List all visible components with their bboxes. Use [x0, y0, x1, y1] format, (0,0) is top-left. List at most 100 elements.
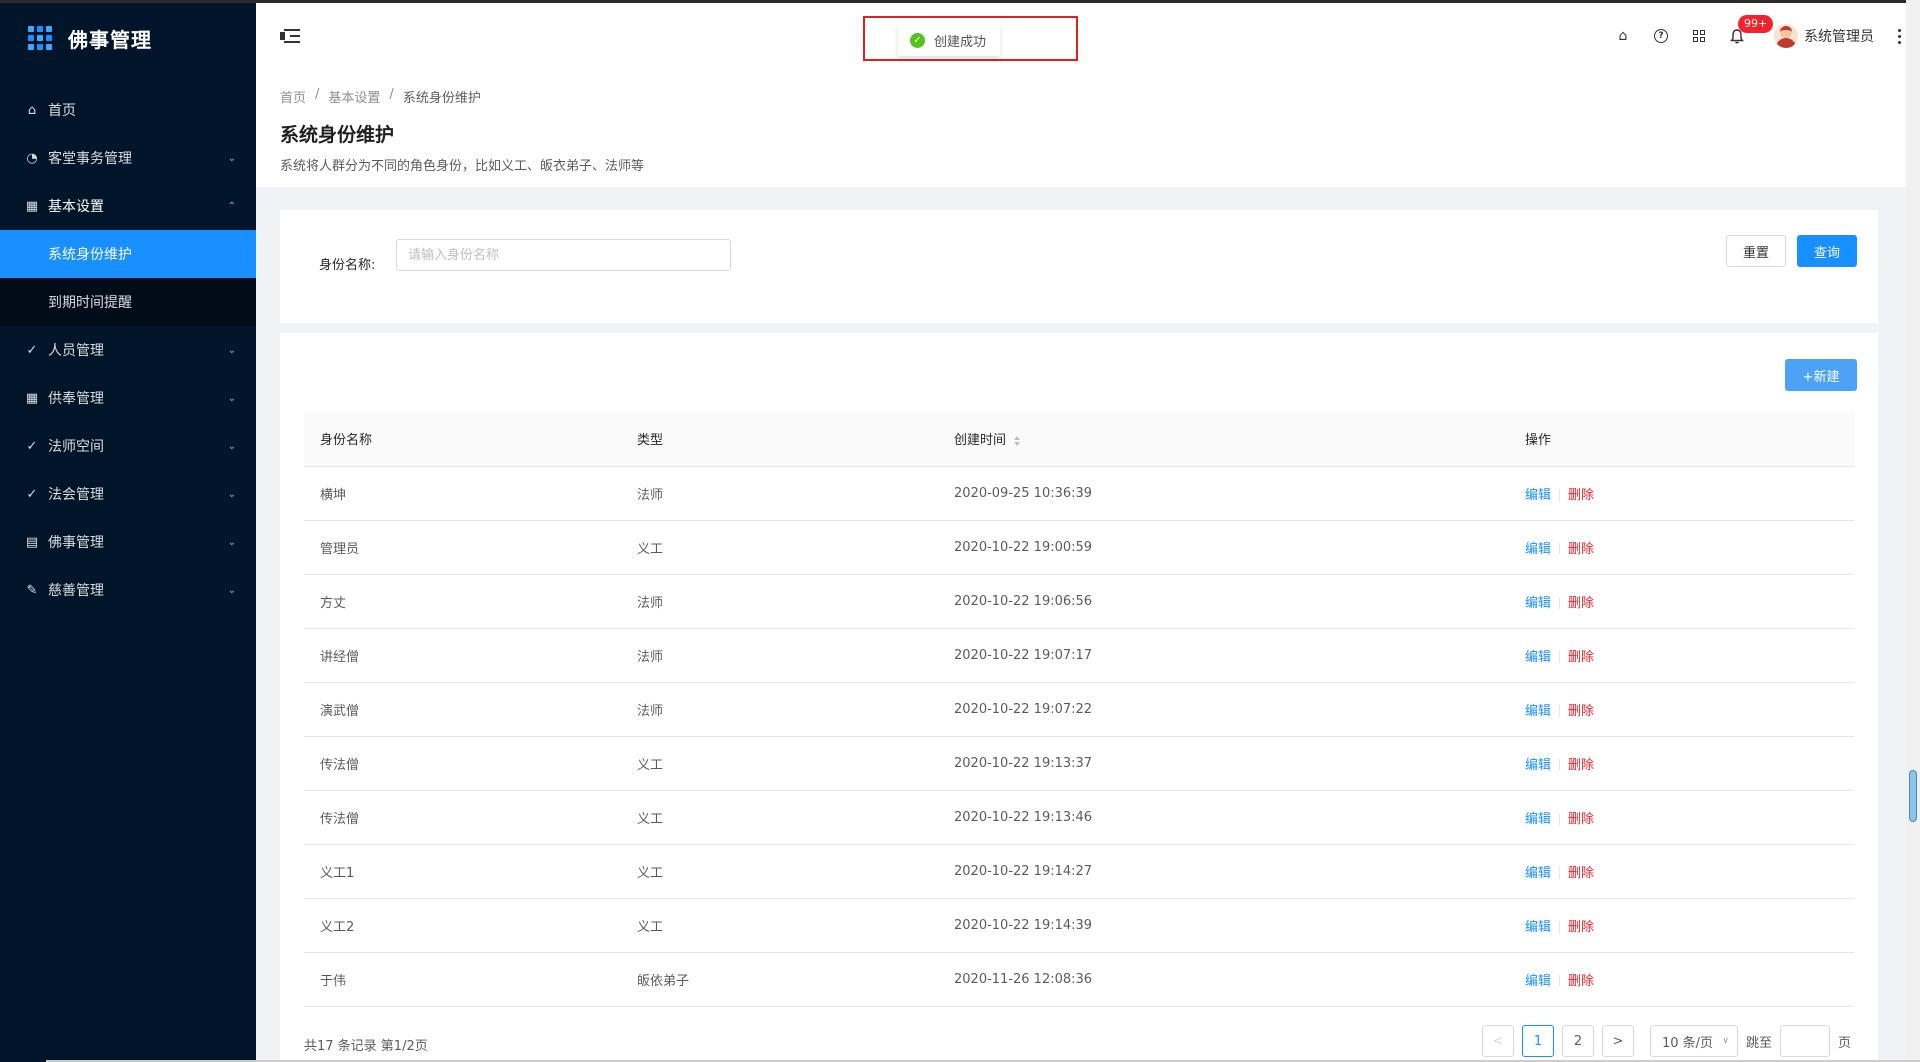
table-row: 义工2 义工 2020-10-22 19:14:39 编辑 删除 [304, 898, 1854, 953]
help-icon[interactable]: ? [1642, 17, 1680, 55]
home-icon[interactable]: ⌂ [1604, 17, 1642, 55]
cell-identity-name: 管理员 [304, 520, 621, 575]
table-row: 演武僧 法师 2020-10-22 19:07:22 编辑 删除 [304, 682, 1854, 737]
edit-link[interactable]: 编辑 [1525, 542, 1551, 557]
sidebar-item-charity[interactable]: ✎ 慈善管理 ⌄ [0, 566, 256, 614]
next-page-button[interactable]: > [1602, 1025, 1634, 1057]
delete-link[interactable]: 删除 [1568, 812, 1594, 827]
cell-type: 皈依弟子 [621, 952, 938, 1007]
cell-created-time: 2020-10-22 19:13:46 [938, 790, 1509, 845]
action-divider [1559, 489, 1561, 501]
bell-icon[interactable]: 99+ [1718, 15, 1774, 55]
brand[interactable]: 佛事管理 [0, 0, 256, 76]
delete-link[interactable]: 删除 [1568, 542, 1594, 557]
app-grid-logo-icon [28, 26, 52, 50]
table-row: 管理员 义工 2020-10-22 19:00:59 编辑 删除 [304, 520, 1854, 575]
sort-icon[interactable] [1014, 435, 1021, 447]
avatar [1774, 24, 1798, 48]
appstore-icon[interactable] [1680, 17, 1718, 55]
cell-type: 义工 [621, 736, 938, 791]
delete-link[interactable]: 删除 [1568, 866, 1594, 881]
sidebar-item-label: 系统身份维护 [48, 247, 132, 263]
action-divider [1559, 813, 1561, 825]
cell-actions: 编辑 删除 [1509, 736, 1854, 791]
jump-page-input[interactable] [1780, 1025, 1831, 1057]
action-divider [1559, 921, 1561, 933]
sidebar-item-offerings[interactable]: ▦ 供奉管理 ⌄ [0, 374, 256, 422]
cell-identity-name: 传法僧 [304, 790, 621, 845]
cell-created-time: 2020-10-22 19:14:39 [938, 898, 1509, 953]
delete-link[interactable]: 删除 [1568, 596, 1594, 611]
edit-link[interactable]: 编辑 [1525, 650, 1551, 665]
sidebar-item-label: 法会管理 [48, 487, 104, 503]
sidebar-item-identity-maintenance[interactable]: 系统身份维护 [0, 230, 256, 278]
breadcrumb-home[interactable]: 首页 [280, 87, 306, 106]
delete-link[interactable]: 删除 [1568, 758, 1594, 773]
delete-link[interactable]: 删除 [1568, 974, 1594, 989]
sidebar-item-label: 供奉管理 [48, 391, 104, 407]
top-header: ⌂ ? 99+ 系统管理员 [256, 0, 1920, 69]
delete-link[interactable]: 删除 [1568, 704, 1594, 719]
cell-created-time: 2020-09-25 10:36:39 [938, 466, 1509, 521]
sidebar-item-dharma-assembly[interactable]: ✓ 法会管理 ⌄ [0, 470, 256, 518]
edit-link[interactable]: 编辑 [1525, 812, 1551, 827]
table-row: 方丈 法师 2020-10-22 19:06:56 编辑 删除 [304, 574, 1854, 629]
page-1-button[interactable]: 1 [1522, 1025, 1554, 1057]
cell-type: 义工 [621, 844, 938, 899]
app-title: 佛事管理 [68, 27, 152, 52]
cell-type: 义工 [621, 790, 938, 845]
table-body: 横坤 法师 2020-09-25 10:36:39 编辑 删除 管理员 义工 2020-10-… [304, 466, 1854, 1007]
sidebar-item-buddhist-affairs[interactable]: ▤ 佛事管理 ⌄ [0, 518, 256, 566]
menu-fold-icon[interactable] [280, 27, 302, 45]
cell-identity-name: 讲经僧 [304, 628, 621, 683]
page-header: 首页 / 基本设置 / 系统身份维护 系统身份维护 系统将人群分为不同的角色身份… [256, 69, 1906, 187]
edit-link[interactable]: 编辑 [1525, 866, 1551, 881]
header-actions: ⌂ ? 99+ 系统管理员 [1604, 3, 1920, 69]
user-menu[interactable]: 系统管理员 [1774, 24, 1874, 48]
sidebar-item-personnel[interactable]: ✓ 人员管理 ⌄ [0, 326, 256, 374]
scrollbar-thumb[interactable] [1909, 770, 1917, 822]
cell-type: 法师 [621, 628, 938, 683]
identity-table: 身份名称 类型 创建时间 操作 横坤 法师 2020-09-25 10:36:39 编… [304, 412, 1854, 1007]
check-circle-icon: ✓ [910, 32, 925, 48]
page-size-select[interactable]: 10 条/页 ∨ [1650, 1025, 1738, 1057]
reset-button[interactable]: 重置 [1726, 235, 1786, 267]
check-circle-icon: ✓ [26, 342, 38, 358]
page-2-button[interactable]: 2 [1562, 1025, 1594, 1057]
action-divider [1559, 705, 1561, 717]
sidebar-item-basic-settings[interactable]: ▦ 基本设置 ⌃ [0, 182, 256, 230]
edit-link[interactable]: 编辑 [1525, 758, 1551, 773]
delete-link[interactable]: 删除 [1568, 650, 1594, 665]
edit-link[interactable]: 编辑 [1525, 974, 1551, 989]
new-button[interactable]: +新建 [1785, 359, 1857, 391]
breadcrumb-separator: / [389, 87, 394, 102]
edit-link[interactable]: 编辑 [1525, 596, 1551, 611]
edit-link[interactable]: 编辑 [1525, 704, 1551, 719]
page-size-value: 10 条/页 [1662, 1035, 1714, 1051]
table-row: 传法僧 义工 2020-10-22 19:13:37 编辑 删除 [304, 736, 1854, 791]
query-button[interactable]: 查询 [1797, 235, 1857, 267]
prev-page-button[interactable]: < [1482, 1025, 1514, 1057]
chevron-down-icon: ⌄ [227, 440, 236, 452]
cell-created-time: 2020-10-22 19:06:56 [938, 574, 1509, 629]
breadcrumb-basic-settings[interactable]: 基本设置 [328, 87, 380, 106]
sidebar-item-expiry-reminder[interactable]: 到期时间提醒 [0, 278, 256, 326]
check-circle-icon: ✓ [26, 438, 38, 454]
page-scrollbar[interactable] [1906, 0, 1920, 1062]
column-header-created[interactable]: 创建时间 [938, 412, 1509, 467]
chevron-down-icon: ⌄ [227, 152, 236, 164]
sidebar-item-label: 客堂事务管理 [48, 151, 132, 167]
sidebar-item-home[interactable]: ⌂ 首页 [0, 86, 256, 134]
sidebar-item-label: 慈善管理 [48, 583, 104, 599]
page-title: 系统身份维护 [280, 124, 395, 146]
delete-link[interactable]: 删除 [1568, 920, 1594, 935]
identity-name-input[interactable] [396, 239, 731, 271]
table-header-row: 身份名称 类型 创建时间 操作 [304, 412, 1854, 467]
table-card: +新建 身份名称 类型 创建时间 操作 横坤 法师 2020-09-25 10:36… [280, 333, 1878, 1062]
sidebar-item-master-space[interactable]: ✓ 法师空间 ⌄ [0, 422, 256, 470]
cell-actions: 编辑 删除 [1509, 790, 1854, 845]
sidebar-item-reception[interactable]: ◔ 客堂事务管理 ⌄ [0, 134, 256, 182]
delete-link[interactable]: 删除 [1568, 488, 1594, 503]
edit-link[interactable]: 编辑 [1525, 488, 1551, 503]
edit-link[interactable]: 编辑 [1525, 920, 1551, 935]
